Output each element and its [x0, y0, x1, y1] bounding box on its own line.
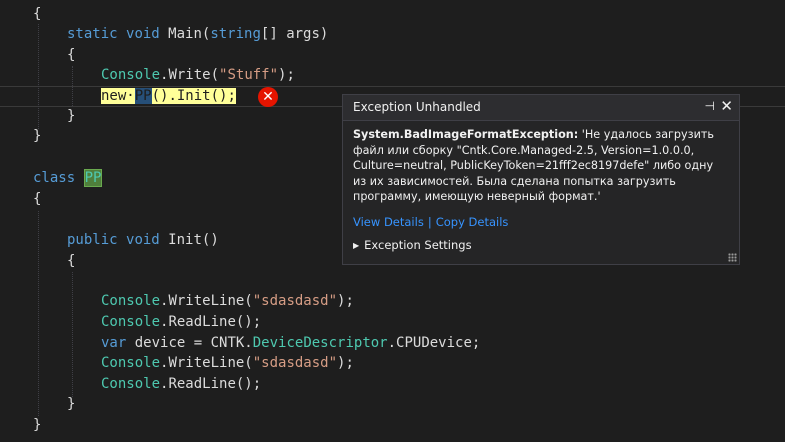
code-line: var device = CNTK.DeviceDescriptor.CPUDe… — [101, 335, 481, 351]
exception-settings-label: Exception Settings — [364, 238, 472, 252]
code-line: { — [67, 47, 76, 63]
code-line-console-write: Console.Write("Stuff"); — [101, 67, 295, 83]
pin-icon[interactable]: ⊣ — [705, 99, 715, 113]
indent-guide — [38, 211, 39, 416]
code-line-current-statement: new·PP().Init(); — [101, 86, 236, 107]
error-icon[interactable]: ✕ — [258, 87, 278, 107]
view-details-link[interactable]: View Details — [353, 215, 424, 229]
class-name-highlight: PP — [83, 169, 103, 187]
popup-header[interactable]: Exception Unhandled ⊣ ✕ — [343, 95, 739, 121]
resize-grip-icon[interactable] — [728, 253, 737, 262]
code-line: } — [33, 128, 42, 144]
exception-settings-toggle[interactable]: ▶ Exception Settings — [353, 238, 472, 252]
current-statement-highlight: new·PP().Init(); — [101, 88, 236, 104]
close-icon[interactable]: ✕ — [720, 97, 733, 115]
popup-links: View Details | Copy Details — [353, 215, 508, 229]
copy-details-link[interactable]: Copy Details — [436, 215, 509, 229]
expand-arrow-icon: ▶ — [353, 241, 360, 250]
popup-title: Exception Unhandled — [353, 100, 481, 114]
link-separator: | — [427, 215, 432, 229]
indent-guide — [72, 272, 73, 397]
code-line-class-decl: class PP — [33, 169, 103, 187]
code-line: { — [33, 191, 42, 207]
code-line: } — [33, 417, 42, 433]
code-line: } — [67, 108, 76, 124]
code-line: { — [33, 6, 42, 22]
code-line: } — [67, 396, 76, 412]
code-line-init-signature: public void Init() — [67, 232, 219, 248]
exception-message: System.BadImageFormatException: 'Не удал… — [353, 127, 728, 205]
exception-popup: Exception Unhandled ⊣ ✕ System.BadImageF… — [342, 94, 740, 265]
indent-guide — [72, 66, 73, 106]
code-line: Console.WriteLine("sdasdasd"); — [101, 355, 354, 371]
code-line: { — [67, 253, 76, 269]
code-line-main-signature: static void Main(string[] args) — [67, 26, 329, 42]
exception-type: System.BadImageFormatException: — [353, 128, 579, 141]
indent-guide — [38, 24, 39, 129]
code-line: Console.ReadLine(); — [101, 314, 262, 330]
code-line: Console.ReadLine(); — [101, 376, 262, 392]
code-line: Console.WriteLine("sdasdasd"); — [101, 293, 354, 309]
